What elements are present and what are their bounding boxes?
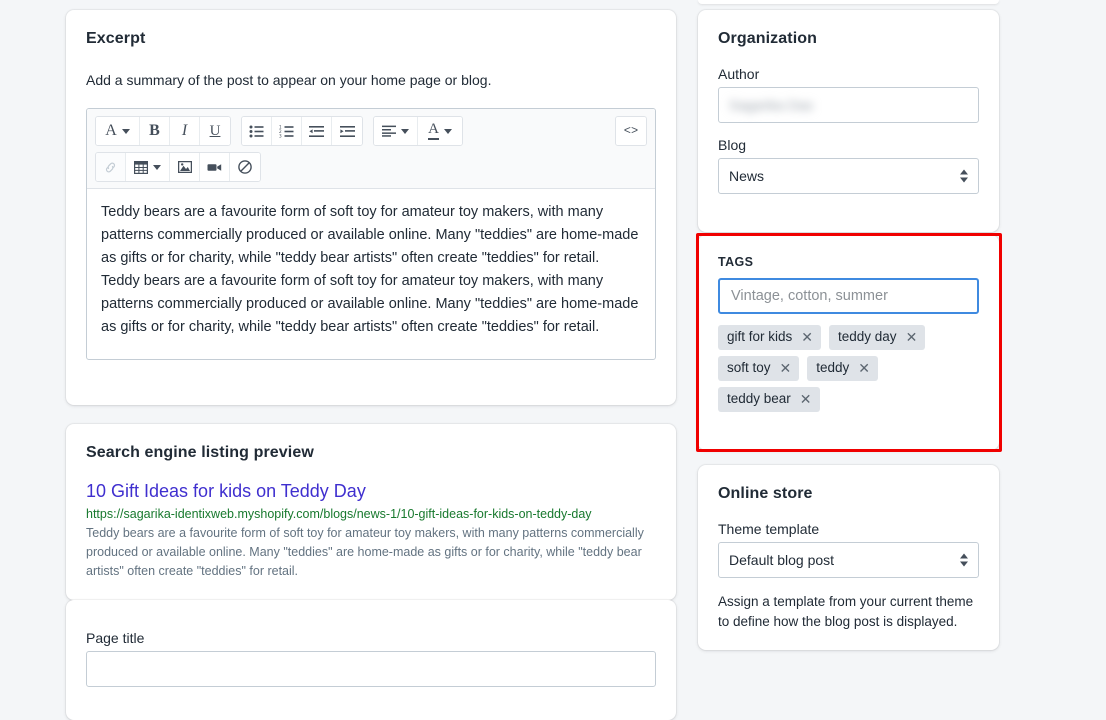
code-view-icon[interactable]: <> [616, 117, 646, 146]
tag-chip-list: gift for kids ✕ teddy day ✕ soft toy ✕ teddy ✕ t… [718, 325, 979, 412]
font-style-glyph: A [105, 122, 117, 140]
excerpt-card: Excerpt Add a summary of the post to app… [66, 10, 676, 405]
font-style-icon[interactable]: A [96, 117, 140, 146]
video-icon[interactable] [200, 153, 230, 182]
toolbar-group-lists: 1 2 3 [241, 116, 363, 147]
excerpt-title: Excerpt [86, 30, 146, 47]
italic-icon[interactable]: I [170, 117, 200, 146]
editor-toolbar-row-2 [95, 152, 647, 183]
code-glyph: <> [623, 124, 639, 139]
excerpt-helper-text: Add a summary of the post to appear on y… [86, 72, 492, 88]
author-label: Author [718, 66, 760, 82]
blog-label: Blog [718, 137, 747, 153]
tags-input[interactable] [718, 278, 979, 314]
excerpt-editor-body[interactable]: Teddy bears are a favourite form of soft… [87, 189, 655, 359]
toolbar-group-code: <> [615, 116, 647, 147]
underline-icon[interactable]: U [200, 117, 230, 146]
tag-chip: teddy day ✕ [829, 325, 926, 350]
align-left-icon[interactable] [374, 117, 418, 146]
tag-chip-remove-icon[interactable]: ✕ [801, 330, 813, 344]
tag-chip: teddy bear ✕ [718, 386, 820, 412]
tag-chip-label: teddy bear [727, 390, 791, 406]
svg-text:3: 3 [279, 133, 282, 137]
toolbar-group-text-format: A B I U [95, 116, 231, 147]
seo-result-title[interactable]: 10 Gift Ideas for kids on Teddy Day [86, 480, 656, 503]
page-title-label: Page title [86, 630, 145, 646]
blog-select[interactable]: News [718, 158, 979, 194]
tag-chip: gift for kids ✕ [718, 325, 822, 350]
numbered-list-icon[interactable]: 1 2 3 [272, 117, 302, 146]
outdent-icon[interactable] [302, 117, 332, 146]
toolbar-group-align-color: A [373, 116, 463, 147]
tag-chip-label: teddy [816, 359, 850, 375]
tags-label: TAGS [718, 255, 754, 269]
tag-chip-remove-icon[interactable]: ✕ [800, 392, 812, 406]
seo-result-description: Teddy bears are a favourite form of soft… [86, 525, 644, 578]
tag-chip-remove-icon[interactable]: ✕ [858, 361, 870, 375]
table-icon[interactable] [126, 153, 170, 182]
organization-title: Organization [718, 30, 817, 47]
chevron-down-icon [401, 128, 409, 134]
indent-icon[interactable] [332, 117, 362, 146]
blog-select-wrapper: News [718, 158, 979, 194]
tag-chip: teddy ✕ [807, 355, 879, 381]
page-title-card: Page title [66, 600, 676, 720]
chevron-down-icon [443, 128, 452, 134]
tags-card: TAGS gift for kids✕teddy day✕soft toy✕te… [698, 235, 999, 450]
clear-formatting-icon[interactable] [230, 153, 260, 182]
tag-chip-label: gift for kids [727, 329, 793, 344]
link-icon[interactable] [96, 153, 126, 182]
seo-result-url: https://sagarika-identixweb.myshopify.co… [86, 506, 592, 521]
chevron-down-icon [121, 128, 130, 134]
cut-off-card-above [698, 0, 999, 4]
italic-glyph: I [181, 122, 188, 140]
tag-chip-remove-icon[interactable]: ✕ [906, 330, 918, 344]
bold-glyph: B [149, 122, 160, 140]
underline-glyph: U [209, 122, 221, 139]
tag-chip: soft toy ✕ [718, 355, 800, 381]
editor-toolbar: A B I U 1 2 3 A <> [87, 109, 655, 190]
seo-preview-title: Search engine listing preview [86, 444, 314, 461]
bulleted-list-icon[interactable] [242, 117, 272, 146]
excerpt-rich-text-editor[interactable]: A B I U 1 2 3 A <> Teddy bears are a fav… [86, 108, 656, 361]
editor-toolbar-row-1: A B I U 1 2 3 A <> [95, 116, 647, 147]
image-icon[interactable] [170, 153, 200, 182]
toolbar-code-area: <> [615, 116, 647, 147]
theme-template-select-wrapper: Default blog post [718, 542, 979, 578]
organization-card: Organization Author Sagarika Das Blog Ne… [698, 10, 999, 232]
online-store-card: Online store Theme template Default blog… [698, 465, 999, 650]
theme-template-note: Assign a template from your current them… [718, 594, 974, 630]
theme-template-label: Theme template [718, 521, 820, 537]
toolbar-group-insert [95, 152, 261, 183]
text-color-icon[interactable]: A [418, 117, 462, 146]
tag-chip-label: teddy day [838, 329, 897, 344]
chevron-down-icon [153, 164, 161, 170]
bold-icon[interactable]: B [140, 117, 170, 146]
tag-chip-remove-icon[interactable]: ✕ [780, 361, 792, 375]
theme-template-select[interactable]: Default blog post [718, 542, 979, 578]
text-color-glyph: A [428, 122, 439, 141]
page-title-input[interactable] [86, 651, 656, 687]
tag-chip-label: soft toy [727, 359, 771, 375]
author-field-wrapper: Sagarika Das [718, 87, 979, 123]
search-engine-listing-preview-card: Search engine listing preview 10 Gift Id… [66, 424, 676, 600]
online-store-title: Online store [718, 485, 813, 502]
author-value-redacted: Sagarika Das [729, 97, 814, 113]
